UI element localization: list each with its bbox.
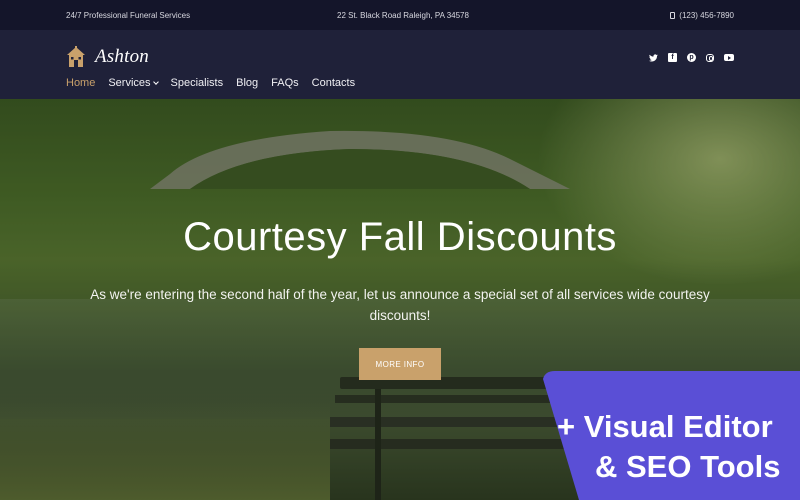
chevron-down-icon bbox=[152, 79, 159, 85]
social-links: f p bbox=[649, 53, 734, 62]
nav-services[interactable]: Services bbox=[108, 77, 159, 89]
nav-services-label: Services bbox=[108, 77, 151, 89]
main-nav: Home Services Specialists Blog FAQs Cont… bbox=[66, 77, 355, 89]
promo-line-2: & SEO Tools bbox=[595, 449, 781, 484]
more-info-button[interactable]: MORE INFO bbox=[359, 348, 441, 380]
nav-specialists[interactable]: Specialists bbox=[171, 77, 224, 89]
facebook-icon[interactable]: f bbox=[668, 53, 677, 62]
chapel-icon bbox=[67, 46, 85, 67]
phone-number: (123) 456-7890 bbox=[679, 11, 734, 20]
pinterest-icon[interactable]: p bbox=[687, 53, 696, 62]
site-header: Ashton Home Services Specialists Blog FA… bbox=[0, 30, 800, 99]
hero-description: As we're entering the second half of the… bbox=[90, 287, 710, 323]
twitter-icon[interactable] bbox=[649, 53, 658, 62]
nav-home[interactable]: Home bbox=[66, 77, 95, 89]
phone-link[interactable]: (123) 456-7890 bbox=[670, 11, 734, 20]
promo-badge: + Visual Editor & SEO Tools bbox=[521, 371, 800, 500]
nav-faqs[interactable]: FAQs bbox=[271, 77, 299, 89]
top-info-bar: 24/7 Professional Funeral Services 22 St… bbox=[0, 0, 800, 30]
youtube-icon[interactable] bbox=[724, 54, 734, 61]
promo-line-1: + Visual Editor bbox=[557, 409, 773, 444]
logo[interactable]: Ashton bbox=[65, 46, 149, 68]
phone-icon bbox=[670, 12, 676, 19]
nav-blog[interactable]: Blog bbox=[236, 77, 258, 89]
logo-text: Ashton bbox=[95, 46, 149, 67]
hero-title: Courtesy Fall Discounts bbox=[183, 215, 617, 259]
tagline: 24/7 Professional Funeral Services bbox=[66, 11, 191, 20]
address: 22 St. Black Road Raleigh, PA 34578 bbox=[337, 11, 469, 20]
instagram-icon[interactable] bbox=[706, 53, 714, 62]
nav-contacts[interactable]: Contacts bbox=[312, 77, 355, 89]
